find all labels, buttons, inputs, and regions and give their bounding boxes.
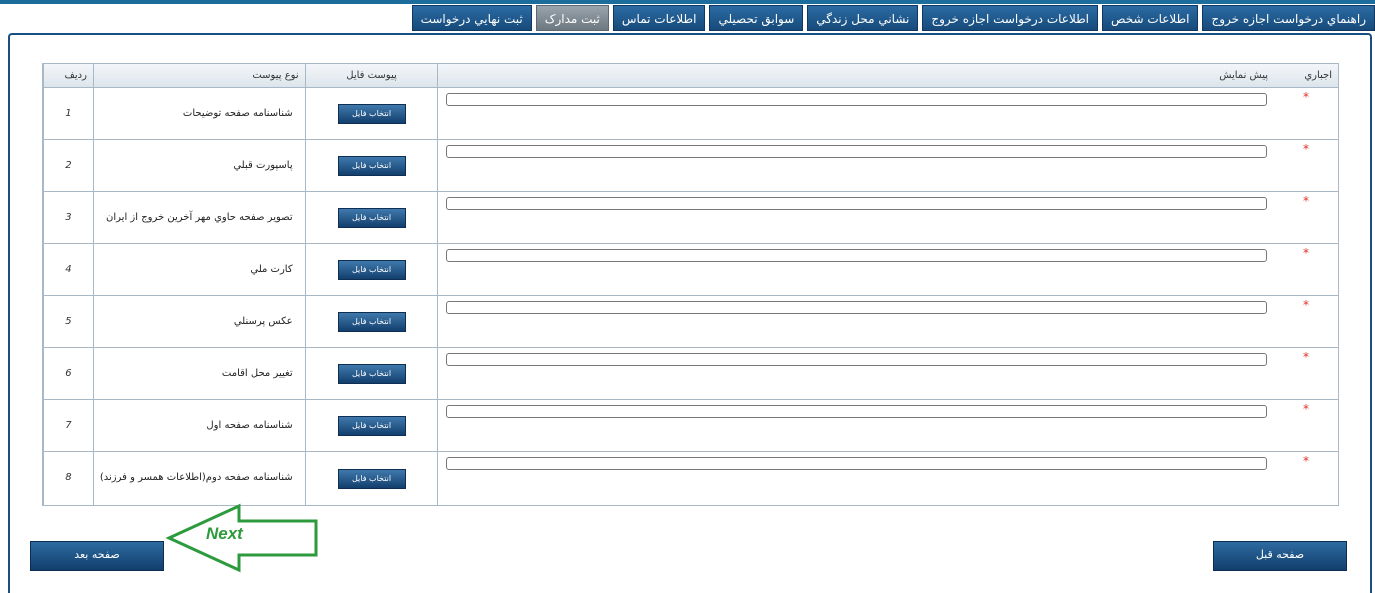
- preview-cell: [437, 244, 1274, 295]
- row-number: 8: [43, 452, 93, 505]
- preview-cell: [437, 400, 1274, 451]
- choose-file-button[interactable]: انتخاب فايل: [337, 468, 406, 489]
- preview-field[interactable]: [446, 93, 1268, 106]
- file-attach-cell: انتخاب فايل: [304, 88, 438, 139]
- file-attach-cell: انتخاب فايل: [304, 348, 438, 399]
- preview-field[interactable]: [446, 405, 1268, 418]
- preview-cell: [437, 296, 1274, 347]
- file-attach-cell: انتخاب فايل: [304, 192, 438, 243]
- next-annotation-label: Next: [206, 524, 243, 543]
- preview-cell: [437, 88, 1274, 139]
- file-attach-cell: انتخاب فايل: [304, 140, 438, 191]
- required-mark: *: [1303, 350, 1310, 364]
- header-row-number: رديف: [43, 64, 93, 88]
- preview-field[interactable]: [446, 249, 1268, 262]
- tab-final-submit[interactable]: ثبت نهايي درخواست: [411, 5, 532, 31]
- attachment-type-label: شناسنامه صفحه توضيحات: [92, 88, 305, 139]
- preview-field[interactable]: [446, 457, 1268, 470]
- row-number: 7: [43, 400, 93, 451]
- table-row: 6 تغيير محل اقامت انتخاب فايل *: [43, 348, 1338, 400]
- required-mark: *: [1303, 298, 1310, 312]
- file-attach-cell: انتخاب فايل: [304, 296, 438, 347]
- tab-contact-info[interactable]: اطلاعات تماس: [612, 5, 706, 31]
- table-header: رديف نوع پيوست پيوست فايل پيش نمايش اجبا…: [43, 64, 1338, 88]
- attachment-type-label: پاسپورت قبلي: [92, 140, 305, 191]
- attachment-type-label: شناسنامه صفحه اول: [92, 400, 305, 451]
- tab-exit-request-info[interactable]: اطلاعات درخواست اجازه خروج: [922, 5, 1098, 31]
- attachments-table: رديف نوع پيوست پيوست فايل پيش نمايش اجبا…: [42, 63, 1339, 506]
- attachment-type-label: تصوير صفحه حاوي مهر آخرين خروج از ايران: [92, 192, 305, 243]
- choose-file-button[interactable]: انتخاب فايل: [337, 415, 406, 436]
- header-required: اجباري: [1304, 70, 1332, 81]
- row-number: 1: [43, 88, 93, 139]
- row-number: 3: [43, 192, 93, 243]
- row-number: 5: [43, 296, 93, 347]
- required-mark: *: [1303, 454, 1310, 468]
- attachment-type-label: کارت ملي: [92, 244, 305, 295]
- file-attach-cell: انتخاب فايل: [304, 452, 438, 505]
- preview-field[interactable]: [446, 145, 1268, 158]
- choose-file-button[interactable]: انتخاب فايل: [337, 155, 406, 176]
- required-mark: *: [1303, 402, 1310, 416]
- tab-residence-address[interactable]: نشاني محل زندگي: [807, 5, 919, 31]
- attachment-type-label: شناسنامه صفحه دوم(اطلاعات همسر و فرزند): [92, 452, 305, 505]
- required-mark: *: [1303, 142, 1310, 156]
- preview-field[interactable]: [446, 301, 1268, 314]
- preview-cell: [437, 348, 1274, 399]
- row-number: 6: [43, 348, 93, 399]
- table-row: 4 کارت ملي انتخاب فايل *: [43, 244, 1338, 296]
- preview-field[interactable]: [446, 353, 1268, 366]
- attachment-type-label: عکس پرسنلي: [92, 296, 305, 347]
- required-mark: *: [1303, 194, 1310, 208]
- header-attachment-type: نوع پيوست: [92, 64, 305, 88]
- choose-file-button[interactable]: انتخاب فايل: [337, 103, 406, 124]
- preview-cell: [437, 452, 1274, 505]
- choose-file-button[interactable]: انتخاب فايل: [337, 207, 406, 228]
- row-number: 4: [43, 244, 93, 295]
- tab-bar: راهنماي درخواست اجازه خروج اطلاعات شخص ا…: [411, 5, 1375, 31]
- table-row: 7 شناسنامه صفحه اول انتخاب فايل *: [43, 400, 1338, 452]
- choose-file-button[interactable]: انتخاب فايل: [337, 259, 406, 280]
- attachment-type-label: تغيير محل اقامت: [92, 348, 305, 399]
- row-number: 2: [43, 140, 93, 191]
- required-mark: *: [1303, 90, 1310, 104]
- preview-cell: [437, 140, 1274, 191]
- tab-guide[interactable]: راهنماي درخواست اجازه خروج: [1202, 5, 1375, 31]
- top-accent-line: [0, 0, 1375, 4]
- table-row: 2 پاسپورت قبلي انتخاب فايل *: [43, 140, 1338, 192]
- table-row: 5 عکس پرسنلي انتخاب فايل *: [43, 296, 1338, 348]
- table-row: 1 شناسنامه صفحه توضيحات انتخاب فايل *: [43, 88, 1338, 140]
- tab-personal-info[interactable]: اطلاعات شخص: [1102, 5, 1199, 31]
- choose-file-button[interactable]: انتخاب فايل: [337, 311, 406, 332]
- preview-cell: [437, 192, 1274, 243]
- preview-field[interactable]: [446, 197, 1268, 210]
- choose-file-button[interactable]: انتخاب فايل: [337, 363, 406, 384]
- file-attach-cell: انتخاب فايل: [304, 400, 438, 451]
- table-row: 8 شناسنامه صفحه دوم(اطلاعات همسر و فرزند)…: [43, 452, 1338, 505]
- tab-education[interactable]: سوابق تحصيلي: [709, 5, 804, 31]
- header-preview: پيش نمايش: [437, 64, 1274, 88]
- file-attach-cell: انتخاب فايل: [304, 244, 438, 295]
- table-row: 3 تصوير صفحه حاوي مهر آخرين خروج از ايران…: [43, 192, 1338, 244]
- tab-documents[interactable]: ثبت مدارک: [535, 5, 609, 31]
- required-mark: *: [1303, 246, 1310, 260]
- header-file-attach: پيوست فايل: [304, 64, 438, 88]
